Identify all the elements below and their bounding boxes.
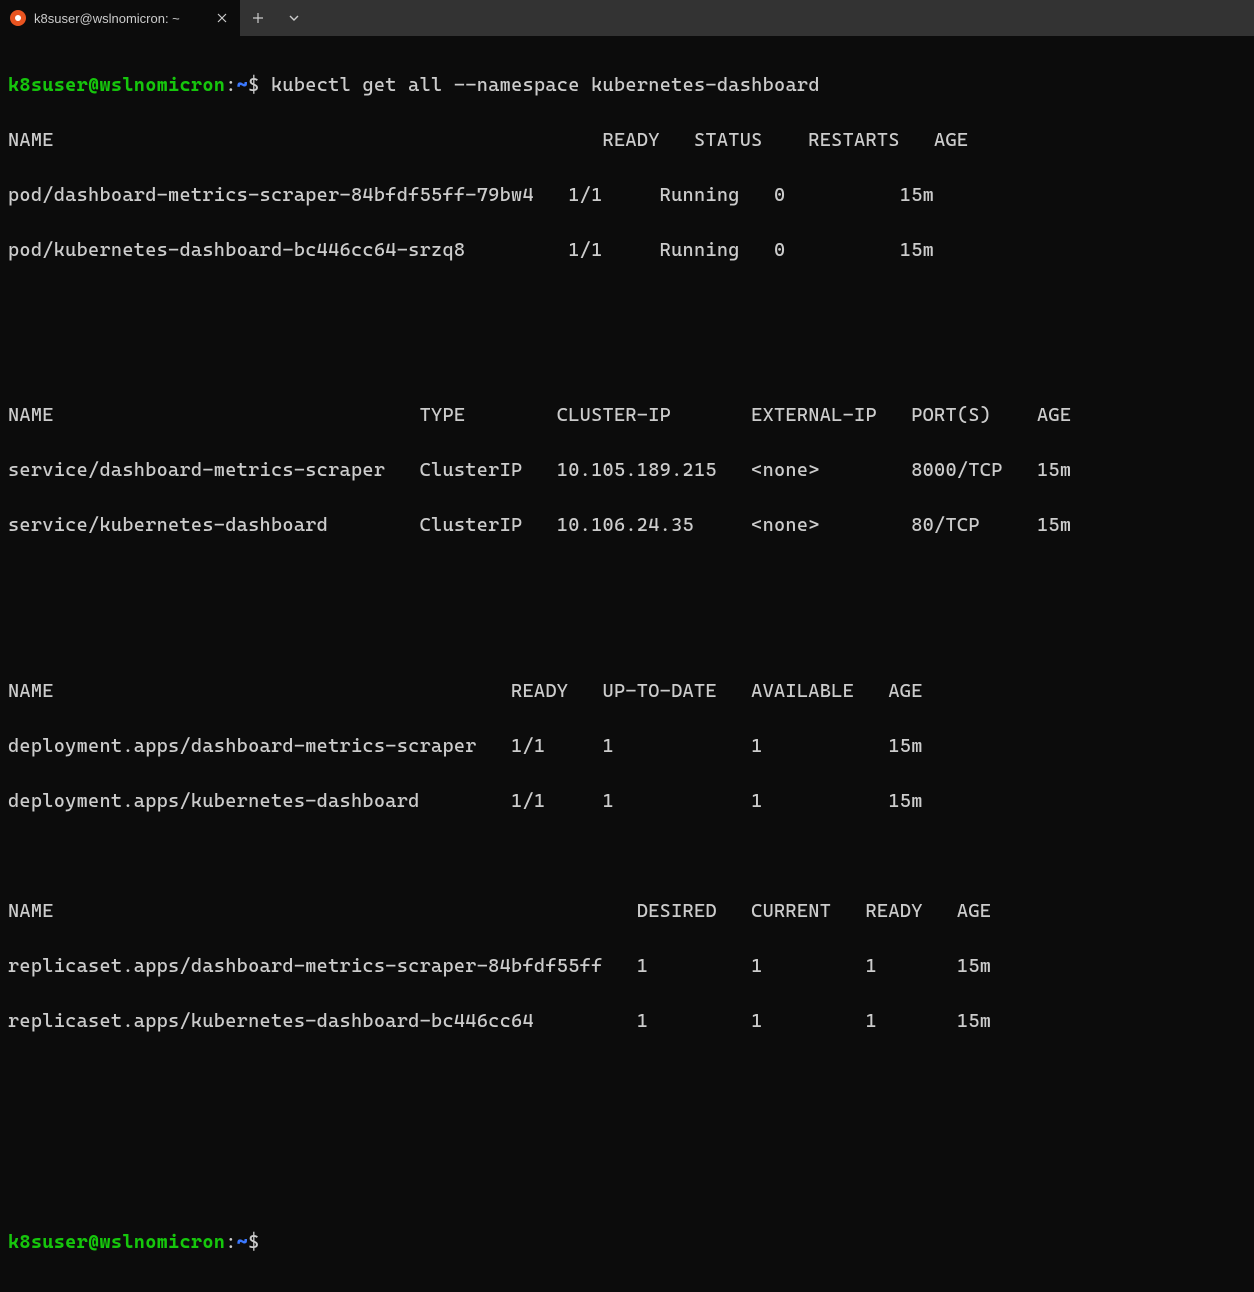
blank-line [8,292,1246,320]
services-row: service/kubernetes-dashboard ClusterIP 1… [8,512,1246,540]
prompt-user-host: k8suser@wslnomicron [8,1231,225,1253]
prompt-dollar: $ [248,1231,259,1253]
replicasets-row: replicaset.apps/kubernetes-dashboard-bc4… [8,1008,1246,1036]
services-header: NAME TYPE CLUSTER-IP EXTERNAL-IP PORT(S)… [8,402,1246,430]
pods-row: pod/dashboard-metrics-scraper-84bfdf55ff… [8,182,1246,210]
blank-line [8,1118,1246,1146]
deployments-header: NAME READY UP-TO-DATE AVAILABLE AGE [8,678,1246,706]
prompt-path: ~ [237,74,248,96]
blank-line [8,1173,1246,1201]
close-icon[interactable] [214,10,230,26]
deployments-row: deployment.apps/dashboard-metrics-scrape… [8,733,1246,761]
terminal-output[interactable]: k8suser@wslnomicron:~$ kubectl get all -… [0,36,1254,1292]
prompt-dollar: $ [248,74,259,96]
ubuntu-icon [10,10,26,26]
pods-row: pod/kubernetes-dashboard-bc446cc64-srzq8… [8,237,1246,265]
titlebar: k8suser@wslnomicron: ~ [0,0,1254,36]
deployments-row: deployment.apps/kubernetes-dashboard 1/1… [8,788,1246,816]
tab-title: k8suser@wslnomicron: ~ [34,11,206,26]
blank-line [8,567,1246,595]
prompt-user-host: k8suser@wslnomicron [8,74,225,96]
replicasets-header: NAME DESIRED CURRENT READY AGE [8,898,1246,926]
blank-line [8,843,1246,871]
services-row: service/dashboard-metrics-scraper Cluste… [8,457,1246,485]
terminal-tab[interactable]: k8suser@wslnomicron: ~ [0,0,240,36]
prompt-colon: : [225,74,236,96]
prompt-path: ~ [237,1231,248,1253]
pods-header: NAME READY STATUS RESTARTS AGE [8,127,1246,155]
prompt-colon: : [225,1231,236,1253]
blank-line [8,622,1246,650]
replicasets-row: replicaset.apps/dashboard-metrics-scrape… [8,953,1246,981]
dropdown-button[interactable] [276,0,312,36]
new-tab-button[interactable] [240,0,276,36]
blank-line [8,347,1246,375]
titlebar-actions [240,0,312,36]
blank-line [8,1063,1246,1091]
prompt-line: k8suser@wslnomicron:~$ kubectl get all -… [8,72,1246,100]
prompt-line: k8suser@wslnomicron:~$ [8,1229,1246,1257]
command-text: kubectl get all --namespace kubernetes-d… [260,74,820,96]
